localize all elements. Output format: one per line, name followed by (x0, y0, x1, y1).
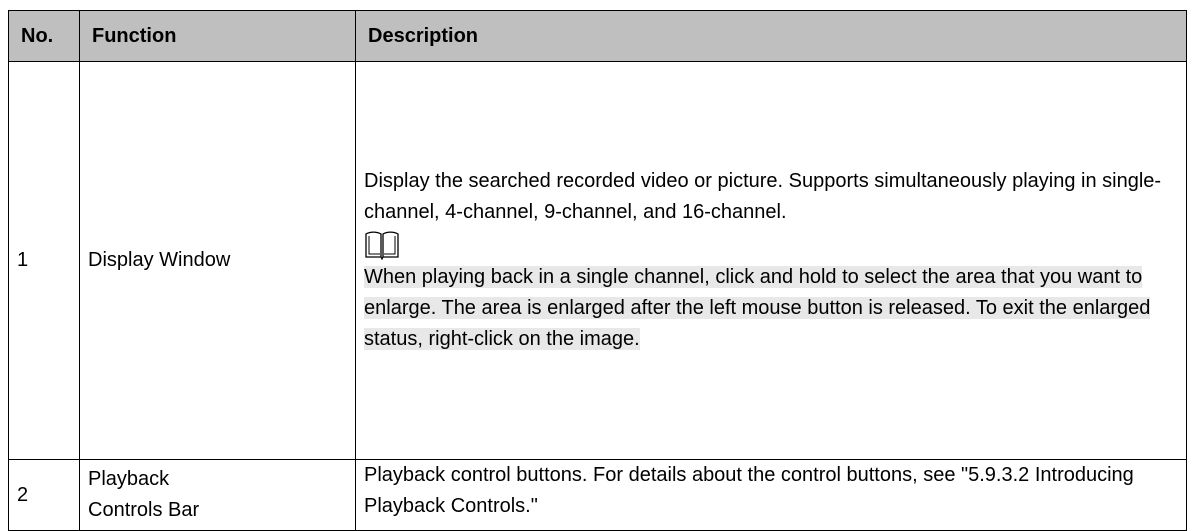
function-description-table: No. Function Description 1 Display Windo… (8, 10, 1187, 531)
header-description: Description (355, 10, 1187, 62)
row-number: 2 (8, 459, 80, 531)
row-function: Playback Controls Bar (79, 459, 356, 531)
function-line: Playback (88, 468, 170, 490)
table-row: 2 Playback Controls Bar Playback control… (8, 459, 1187, 531)
description-text: Display the searched recorded video or p… (364, 170, 1162, 223)
book-icon (365, 231, 399, 260)
table-header-row: No. Function Description (8, 10, 1187, 62)
function-line: Controls Bar (88, 499, 200, 521)
row-description: Playback control buttons. For details ab… (355, 459, 1187, 531)
note-text: When playing back in a single channel, c… (364, 266, 1151, 350)
header-no: No. (8, 10, 80, 62)
table-row: 1 Display Window Display the searched re… (8, 61, 1187, 460)
row-number: 1 (8, 61, 80, 460)
row-function: Display Window (79, 61, 356, 460)
header-function: Function (79, 10, 356, 62)
row-description: Display the searched recorded video or p… (355, 61, 1187, 460)
